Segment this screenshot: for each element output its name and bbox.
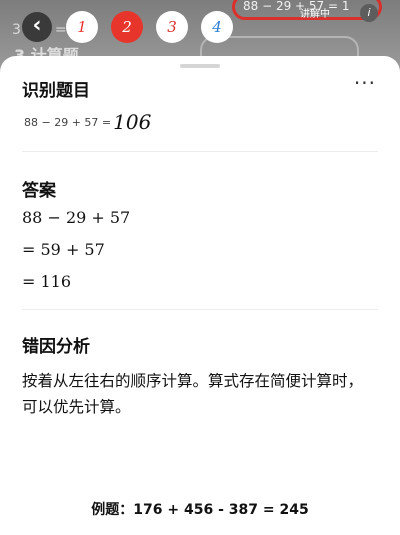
background-equation-text: 88 − 29 + 57 = 1 <box>243 0 350 13</box>
more-options-icon[interactable]: ··· <box>354 73 376 93</box>
info-icon[interactable]: i <box>360 4 378 22</box>
recognized-handwritten-answer: 106 <box>113 110 152 134</box>
recognized-question: 88 − 29 + 57 = 106 <box>24 110 151 134</box>
answer-line-3: = 116 <box>22 272 72 291</box>
page-tab-3[interactable]: 3 <box>156 11 188 43</box>
recognized-printed-text: 88 − 29 + 57 = <box>24 115 112 129</box>
answer-line-2: = 59 + 57 <box>22 240 105 259</box>
error-analysis-text: 按着从左往右的顺序计算。算式存在简便计算时，可以优先计算。 <box>22 372 364 416</box>
explaining-badge: 讲解中 <box>300 9 330 20</box>
sheet-drag-handle[interactable] <box>180 64 220 68</box>
error-analysis-title: 错因分析 <box>22 337 90 357</box>
result-sheet: ··· 识别题目 88 − 29 + 57 = 106 答案 88 − 29 +… <box>0 56 400 535</box>
chevron-left-icon: ‹ <box>32 13 42 38</box>
answer-line-1: 88 − 29 + 57 <box>22 208 131 227</box>
page-tab-4[interactable]: 4 <box>201 11 233 43</box>
divider <box>22 151 378 152</box>
recognize-question-title: 识别题目 <box>22 81 90 101</box>
back-button[interactable]: ‹ <box>22 12 52 42</box>
page-tab-2[interactable]: 2 <box>111 11 143 43</box>
example-problem: 例题：176 + 456 - 387 = 245 <box>91 502 309 518</box>
answer-title: 答案 <box>22 181 56 201</box>
divider <box>22 309 378 310</box>
page-tab-1[interactable]: 1 <box>66 11 98 43</box>
